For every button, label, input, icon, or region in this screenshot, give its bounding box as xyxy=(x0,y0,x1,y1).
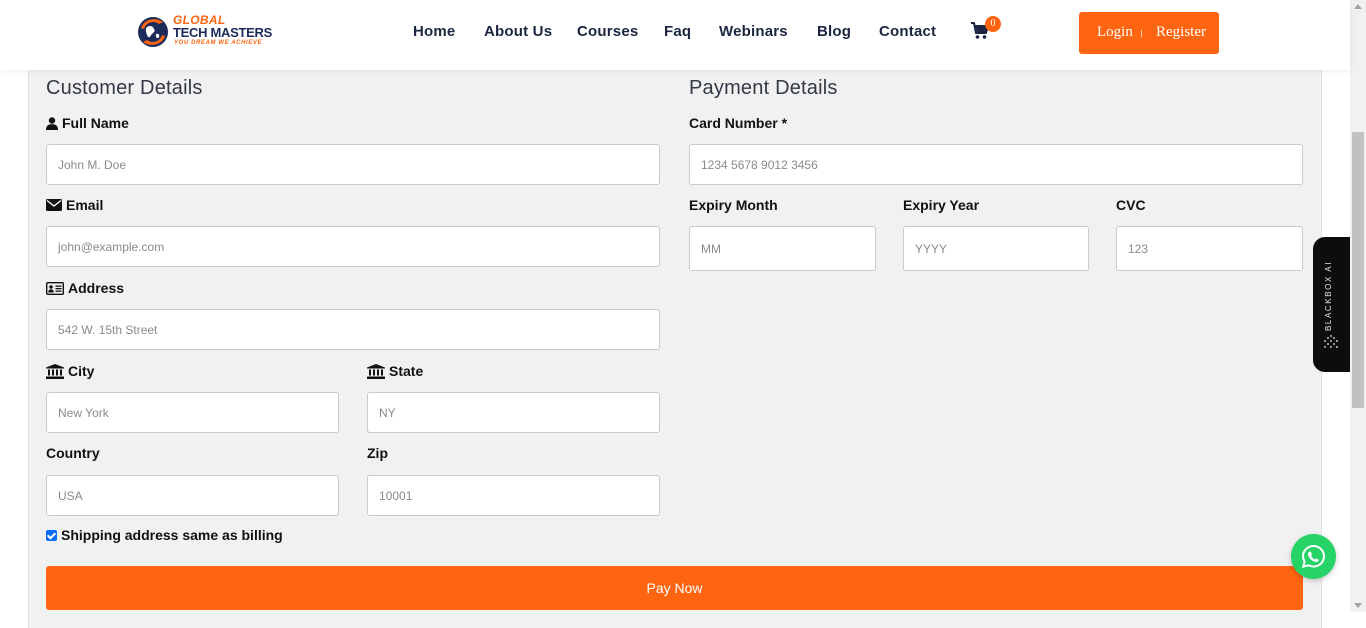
full-name-input[interactable] xyxy=(46,144,660,185)
auth-button-group: Login Register xyxy=(1079,12,1219,54)
scrollbar-thumb[interactable] xyxy=(1352,132,1364,408)
country-label: Country xyxy=(46,445,100,461)
shipping-same-label: Shipping address same as billing xyxy=(61,527,283,543)
institution-icon xyxy=(367,363,385,379)
nav-contact[interactable]: Contact xyxy=(879,23,936,40)
cvc-input[interactable] xyxy=(1116,226,1303,271)
page-scrollbar[interactable] xyxy=(1350,0,1366,612)
pay-now-button[interactable]: Pay Now xyxy=(46,566,1303,610)
whatsapp-chat-button[interactable] xyxy=(1291,534,1336,579)
envelope-icon xyxy=(46,199,62,211)
state-label: State xyxy=(367,363,423,379)
full-name-label-text: Full Name xyxy=(62,115,129,131)
site-header: GLOBAL TECH MASTERS YOU DREAM WE ACHIEVE… xyxy=(0,0,1350,70)
card-number-input[interactable] xyxy=(689,144,1303,185)
state-label-text: State xyxy=(389,363,424,379)
address-card-icon xyxy=(46,281,64,295)
full-name-label: Full Name xyxy=(46,115,129,131)
address-label: Address xyxy=(46,280,124,296)
state-input[interactable] xyxy=(367,392,660,433)
nav-home[interactable]: Home xyxy=(413,23,455,40)
brand-line2: TECH MASTERS xyxy=(173,25,272,40)
nav-faq[interactable]: Faq xyxy=(664,23,691,40)
user-icon xyxy=(46,116,58,130)
shipping-same-checkbox[interactable] xyxy=(46,529,57,541)
scroll-up-arrow-icon[interactable] xyxy=(1354,4,1362,9)
shipping-same-row: Shipping address same as billing xyxy=(46,527,283,543)
nav-blog[interactable]: Blog xyxy=(817,23,851,40)
zip-input[interactable] xyxy=(367,475,660,516)
brand-tagline: YOU DREAM WE ACHIEVE xyxy=(174,40,263,46)
whatsapp-icon xyxy=(1301,544,1326,568)
email-input[interactable] xyxy=(46,226,660,267)
payment-details-title: Payment Details xyxy=(689,77,838,99)
country-input[interactable] xyxy=(46,475,339,516)
blackbox-dots-icon xyxy=(1324,335,1338,348)
expiry-month-label: Expiry Month xyxy=(689,197,778,213)
address-input[interactable] xyxy=(46,309,660,350)
card-number-label: Card Number * xyxy=(689,115,788,131)
institution-icon xyxy=(46,363,64,379)
address-label-text: Address xyxy=(68,280,125,296)
city-label-text: City xyxy=(68,363,95,379)
login-button[interactable]: Login xyxy=(1097,24,1133,41)
expiry-year-label: Expiry Year xyxy=(903,197,980,213)
scroll-down-arrow-icon[interactable] xyxy=(1354,603,1362,608)
brand-logo[interactable]: GLOBAL TECH MASTERS YOU DREAM WE ACHIEVE xyxy=(135,12,275,52)
zip-label: Zip xyxy=(367,445,388,461)
city-input[interactable] xyxy=(46,392,339,433)
expiry-month-input[interactable] xyxy=(689,226,876,271)
cvc-label: CVC xyxy=(1116,197,1146,213)
blackbox-ai-label: BLACKBOX AI xyxy=(1324,260,1333,331)
nav-courses[interactable]: Courses xyxy=(577,23,638,40)
city-label: City xyxy=(46,363,94,379)
blackbox-ai-tab[interactable]: BLACKBOX AI xyxy=(1313,237,1350,372)
nav-about-us[interactable]: About Us xyxy=(484,23,552,40)
nav-webinars[interactable]: Webinars xyxy=(719,23,788,40)
email-label-text: Email xyxy=(66,197,104,213)
email-label: Email xyxy=(46,197,103,213)
customer-details-title: Customer Details xyxy=(46,77,203,99)
expiry-year-input[interactable] xyxy=(903,226,1089,271)
auth-divider xyxy=(1141,30,1142,37)
globe-logo-icon xyxy=(138,17,168,47)
register-button[interactable]: Register xyxy=(1156,24,1206,41)
cart-count-badge: 0 xyxy=(985,16,1001,32)
